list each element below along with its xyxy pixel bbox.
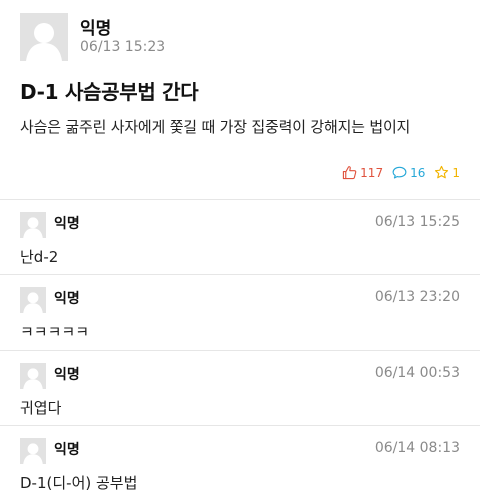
post-title: D-1 사슴공부법 간다 [20,80,199,104]
comment-author: 익명 [54,216,80,232]
comment-author: 익명 [54,442,80,458]
comment-avatar[interactable] [20,212,46,238]
post-body: 사슴은 굶주린 사자에게 쫓길 때 가장 집중력이 강해지는 법이지 [20,118,411,136]
comment-item: 익명 06/13 15:25 난d-2 [0,200,480,275]
comment-text: ㅋㅋㅋㅋㅋ [20,323,90,341]
default-avatar-icon [26,23,62,61]
default-avatar-icon [23,368,43,389]
comment-avatar[interactable] [20,363,46,389]
comment-timestamp: 06/14 08:13 [374,440,460,456]
post-stats: 117 16 1 [333,165,460,180]
scrap-button[interactable]: 1 [434,165,460,180]
comment-timestamp: 06/13 23:20 [374,289,460,305]
comment-text: D-1(디-어) 공부법 [20,474,138,492]
comment-text: 귀엽다 [20,399,62,417]
comment-timestamp: 06/13 15:25 [374,214,460,230]
comment-author: 익명 [54,291,80,307]
default-avatar-icon [23,292,43,313]
default-avatar-icon [23,443,43,464]
comment-avatar[interactable] [20,438,46,464]
scrap-count: 1 [452,165,460,180]
comment-item: 익명 06/14 00:53 귀엽다 [0,351,480,426]
comment-author: 익명 [54,367,80,383]
like-count: 117 [360,165,384,180]
comment-item: 익명 06/13 23:20 ㅋㅋㅋㅋㅋ [0,275,480,350]
comment-count: 16 [410,165,426,180]
comment-avatar[interactable] [20,287,46,313]
post-author-avatar[interactable] [20,13,68,61]
post-author-name: 익명 [80,19,112,39]
comment-item: 익명 06/14 08:13 D-1(디-어) 공부법 [0,426,480,498]
like-button[interactable]: 117 [342,165,383,180]
post: 익명 06/13 15:23 D-1 사슴공부법 간다 사슴은 굶주린 사자에게… [0,0,480,198]
comment-timestamp: 06/14 00:53 [374,365,460,381]
comment-text: 난d-2 [20,248,59,266]
default-avatar-icon [23,217,43,238]
thumbs-up-icon [343,166,357,180]
post-timestamp: 06/13 15:23 [80,39,166,55]
comment-count-button[interactable]: 16 [392,165,425,180]
star-icon [435,165,449,179]
speech-bubble-icon [392,166,407,179]
